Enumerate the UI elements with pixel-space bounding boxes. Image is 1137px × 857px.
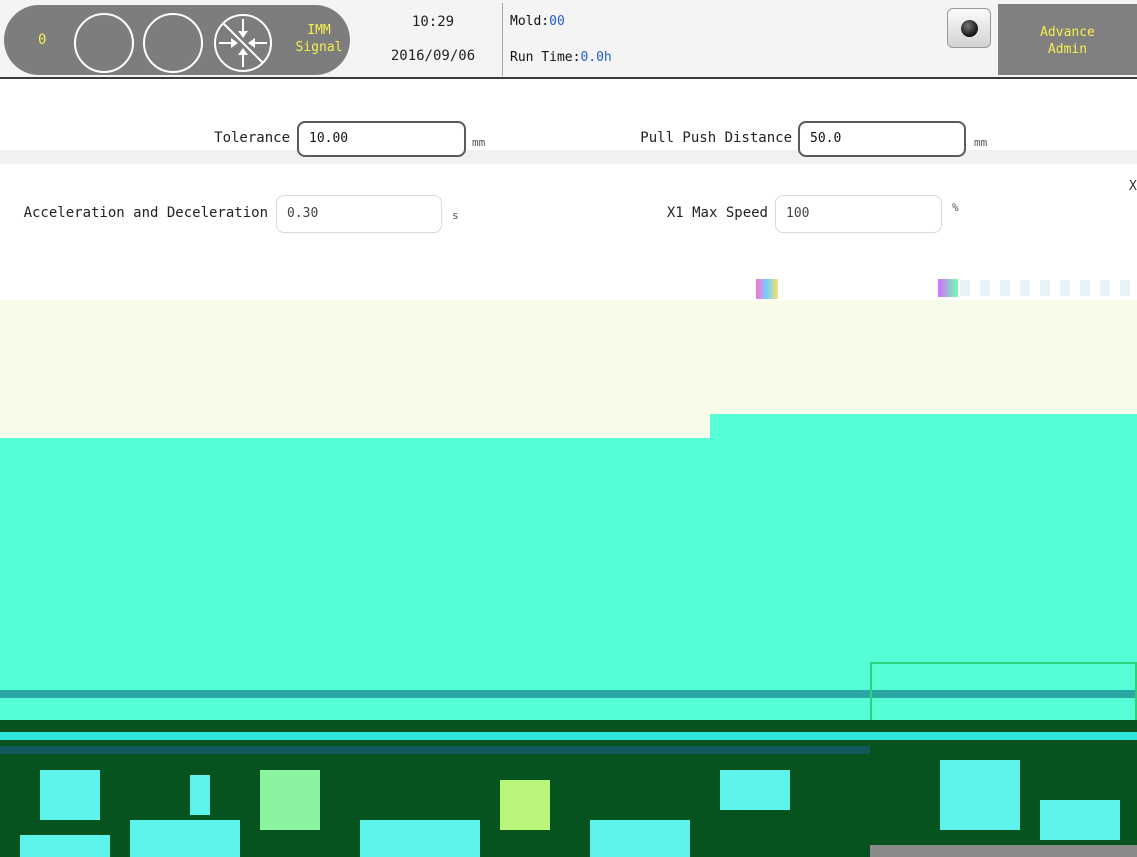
max-speed-unit: %	[952, 201, 959, 214]
circle-icon	[74, 13, 134, 73]
tolerance-input[interactable]: 10.00	[297, 121, 466, 157]
header-divider	[502, 3, 503, 76]
runtime-value: 0.0h	[580, 50, 612, 65]
glitch-artifact	[960, 280, 1130, 296]
glitch-block	[260, 770, 320, 830]
signal-label-line2: Signal	[295, 40, 343, 55]
signal-blocked-icon	[214, 14, 272, 72]
acceleration-unit: s	[452, 209, 459, 222]
screenshot-button[interactable]	[947, 8, 991, 48]
glitch-block	[500, 780, 550, 830]
mold-info: Mold:00	[510, 14, 565, 29]
tolerance-unit: mm	[472, 136, 486, 149]
mold-value: 00	[549, 14, 565, 29]
mold-label: Mold:	[510, 14, 550, 29]
cyan-panel-step	[710, 414, 1137, 438]
glitch-block	[40, 770, 100, 820]
tolerance-label: Tolerance	[214, 130, 290, 146]
glitch-block	[190, 775, 210, 815]
top-status-bar: 0 IMM Signal 10:29 2016/09/06 Mold:00 Ru…	[0, 0, 1137, 79]
user-login-button[interactable]: Advance Admin	[998, 4, 1137, 75]
circle-icon	[143, 13, 203, 73]
glitch-block	[360, 820, 480, 857]
glitch-block	[1040, 800, 1120, 840]
clock-time: 10:29	[411, 14, 455, 30]
signal-label-line1: IMM	[307, 23, 331, 38]
max-speed-label: X1 Max Speed	[666, 205, 768, 221]
glitch-block	[130, 820, 240, 857]
row-separator-band	[0, 150, 1137, 164]
runtime-info: Run Time:0.0h	[510, 50, 612, 65]
max-speed-input[interactable]: 100	[775, 195, 942, 233]
signal-count: 0	[38, 32, 47, 48]
user-name: Admin	[1047, 42, 1088, 57]
pull-push-input[interactable]: 50.0	[798, 121, 966, 157]
runtime-label: Run Time:	[510, 50, 581, 65]
glitch-block	[720, 770, 790, 810]
teal-strip	[0, 746, 870, 754]
teal-strip	[0, 732, 1137, 740]
offscreen-label: X	[1129, 179, 1137, 194]
acceleration-input[interactable]: 0.30	[276, 195, 442, 233]
clock-date: 2016/09/06	[390, 48, 476, 64]
pull-push-label: Pull Push Distance	[640, 130, 792, 146]
imm-signal-panel: 0 IMM Signal	[4, 5, 350, 75]
green-outline-box	[870, 662, 1137, 722]
user-level: Advance	[1040, 25, 1095, 40]
footer-gray-bar	[870, 845, 1137, 857]
glitch-block	[20, 835, 110, 857]
acceleration-label: Acceleration and Deceleration	[23, 205, 268, 221]
glitch-artifact	[756, 279, 778, 299]
pull-push-unit: mm	[974, 136, 988, 149]
glitch-artifact	[938, 279, 958, 297]
glitch-block	[940, 760, 1020, 830]
imm-signal-label: IMM Signal	[287, 22, 351, 56]
glitch-block	[590, 820, 690, 857]
camera-icon	[961, 20, 978, 37]
